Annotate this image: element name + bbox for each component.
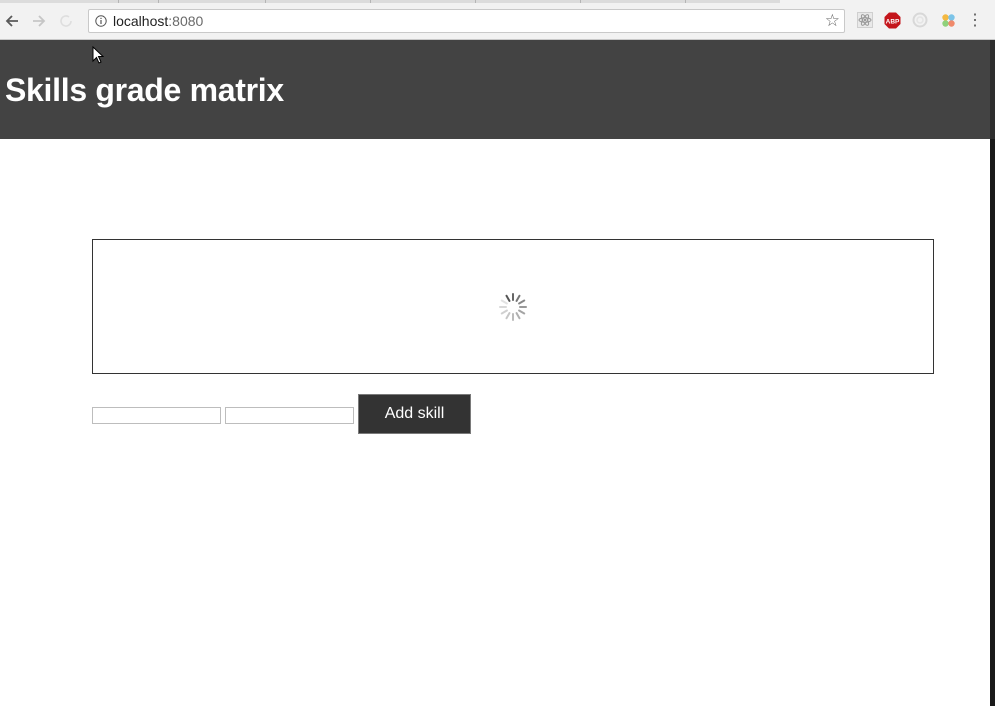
- url-port: :8080: [168, 13, 204, 29]
- adblock-icon[interactable]: ABP: [883, 11, 901, 29]
- address-bar[interactable]: localhost:8080 ☆: [88, 9, 845, 33]
- adblock-label: ABP: [885, 18, 899, 25]
- window-edge: [990, 40, 995, 139]
- info-icon[interactable]: [95, 15, 107, 27]
- arrow-left-icon: [5, 15, 18, 27]
- refresh-circle-icon[interactable]: [911, 11, 929, 29]
- loading-spinner-icon: [499, 293, 527, 321]
- browser-menu-icon[interactable]: ⋮: [967, 12, 983, 30]
- add-skill-button[interactable]: Add skill: [358, 394, 471, 434]
- tab-strip: [0, 0, 780, 3]
- skill-grade-input[interactable]: [225, 407, 354, 424]
- back-button[interactable]: [1, 10, 23, 32]
- pinwheel-icon[interactable]: [939, 11, 957, 29]
- app-header: Skills grade matrix: [0, 40, 995, 139]
- browser-toolbar: localhost:8080 ☆ ABP ⋮: [0, 0, 995, 40]
- page-title: Skills grade matrix: [5, 72, 284, 108]
- forward-button[interactable]: [28, 10, 50, 32]
- skill-name-input[interactable]: [92, 407, 221, 424]
- url-text: localhost:8080: [113, 13, 203, 29]
- url-host: localhost: [113, 13, 169, 29]
- window-edge: [990, 139, 995, 706]
- react-devtools-icon[interactable]: [856, 11, 874, 29]
- arrow-right-icon: [33, 15, 46, 27]
- bookmark-star-icon[interactable]: ☆: [825, 11, 840, 31]
- mouse-cursor-icon: [92, 46, 104, 64]
- skills-matrix-panel: [92, 239, 934, 374]
- reload-icon: [60, 15, 72, 27]
- reload-button[interactable]: [55, 10, 77, 32]
